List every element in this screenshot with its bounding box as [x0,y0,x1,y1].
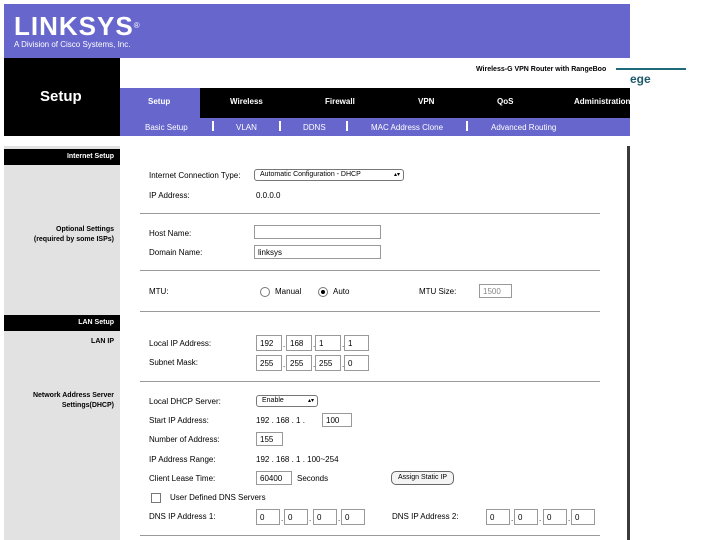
right-border [627,146,630,540]
divider [140,535,600,536]
dns2-octet-4[interactable] [571,509,595,525]
section-lan-setup: LAN Setup [4,315,120,331]
subtab-vlan[interactable]: VLAN [236,123,257,132]
octet-dot: . [338,514,341,523]
ip-range-value: 192 . 168 . 1 . 100~254 [256,455,339,464]
lan-ip-label: LAN IP [91,338,114,345]
domain-name-input[interactable] [254,245,381,259]
start-ip-input[interactable] [322,413,352,427]
subtab-separator [466,121,468,131]
octet-dot: . [568,514,571,523]
subtab-advanced-routing[interactable]: Advanced Routing [491,123,556,132]
start-ip-label: Start IP Address: [149,416,209,425]
dns1-label: DNS IP Address 1: [149,512,216,521]
domain-name-label: Domain Name: [149,248,203,257]
octet-dot: . [283,340,286,349]
tab-setup[interactable]: Setup [148,97,170,106]
lease-time-input[interactable] [256,471,292,485]
tab-qos[interactable]: QoS [497,97,513,106]
local-ip-label: Local IP Address: [149,339,212,348]
mtu-manual-radio[interactable] [260,287,270,297]
assign-static-ip-button[interactable]: Assign Static IP [391,471,455,485]
dns1-octet-3[interactable] [313,509,337,525]
lease-time-label: Client Lease Time: [149,474,216,483]
subnet-octet-2[interactable] [286,355,312,371]
subtab-mac-clone[interactable]: MAC Address Clone [371,123,443,132]
start-ip-prefix: 192 . 168 . 1 . [256,416,305,425]
dhcp-section-label: Network Address Server Settings(DHCP) [32,392,114,409]
octet-dot: . [283,360,286,369]
host-name-input[interactable] [254,225,381,239]
octet-dot: . [511,514,514,523]
optional-settings-label: Optional Settings (required by some ISPs) [33,226,114,243]
dns1-octet-1[interactable] [256,509,280,525]
number-of-address-label: Number of Address: [149,435,220,444]
octet-dot: . [309,514,312,523]
local-ip-octet-2[interactable] [286,335,312,351]
updown-icon: ▴▾ [307,398,314,404]
dhcp-server-label: Local DHCP Server: [149,397,221,406]
tab-vpn[interactable]: VPN [418,97,434,106]
dns2-octet-3[interactable] [543,509,567,525]
subnet-octet-1[interactable] [256,355,282,371]
subtab-separator [346,121,348,131]
octet-dot: . [281,514,284,523]
updown-icon: ▴▾ [393,172,400,178]
subnet-octet-4[interactable] [344,355,369,371]
page-title: Setup [40,88,82,105]
subtab-basic-setup[interactable]: Basic Setup [145,123,188,132]
tab-firewall[interactable]: Firewall [325,97,355,106]
local-ip-octet-4[interactable] [344,335,369,351]
mtu-manual-label: Manual [275,287,302,296]
subnet-octet-3[interactable] [315,355,341,371]
connection-type-label: Internet Connection Type: [149,171,241,180]
brand-tagline: A Division of Cisco Systems, Inc. [14,40,131,49]
divider [140,270,600,271]
mtu-auto-label: Auto [333,287,350,296]
dns2-octet-1[interactable] [486,509,510,525]
overlay-line [616,68,686,70]
ip-address-label: IP Address: [149,191,190,200]
dhcp-server-select[interactable]: Enable ▴▾ [256,395,318,407]
divider [140,381,600,382]
subtab-separator [279,121,281,131]
tab-bar [200,88,630,118]
dns2-octet-2[interactable] [514,509,538,525]
local-ip-octet-1[interactable] [256,335,282,351]
local-ip-octet-3[interactable] [315,335,341,351]
subnet-mask-label: Subnet Mask: [149,358,198,367]
overlay-text: ege [630,72,651,86]
linksys-logo: LINKSYS® [14,11,141,41]
connection-type-select[interactable]: Automatic Configuration - DHCP ▴▾ [254,169,404,181]
mtu-size-label: MTU Size: [419,287,457,296]
user-dns-checkbox[interactable] [151,493,161,503]
divider [140,213,600,214]
section-internet-setup: Internet Setup [4,149,120,165]
host-name-label: Host Name: [149,229,192,238]
user-dns-label: User Defined DNS Servers [170,493,266,502]
dns1-octet-2[interactable] [284,509,308,525]
octet-dot: . [539,514,542,523]
tab-wireless[interactable]: Wireless [230,97,263,106]
mtu-label: MTU: [149,287,169,296]
dns1-octet-4[interactable] [341,509,365,525]
product-name: Wireless-G VPN Router with RangeBoo [476,66,607,73]
ip-range-label: IP Address Range: [149,455,216,464]
divider [140,311,600,312]
mtu-size-input[interactable] [479,284,512,298]
product-bar [120,58,630,88]
dns2-label: DNS IP Address 2: [392,512,459,521]
mtu-auto-radio[interactable] [318,287,328,297]
subtab-separator [212,121,214,131]
subtab-ddns[interactable]: DDNS [303,123,326,132]
ip-address-value: 0.0.0.0 [256,191,281,200]
number-of-address-input[interactable] [256,432,283,446]
tab-administration[interactable]: Administration [574,97,630,106]
lease-time-unit: Seconds [297,474,329,483]
